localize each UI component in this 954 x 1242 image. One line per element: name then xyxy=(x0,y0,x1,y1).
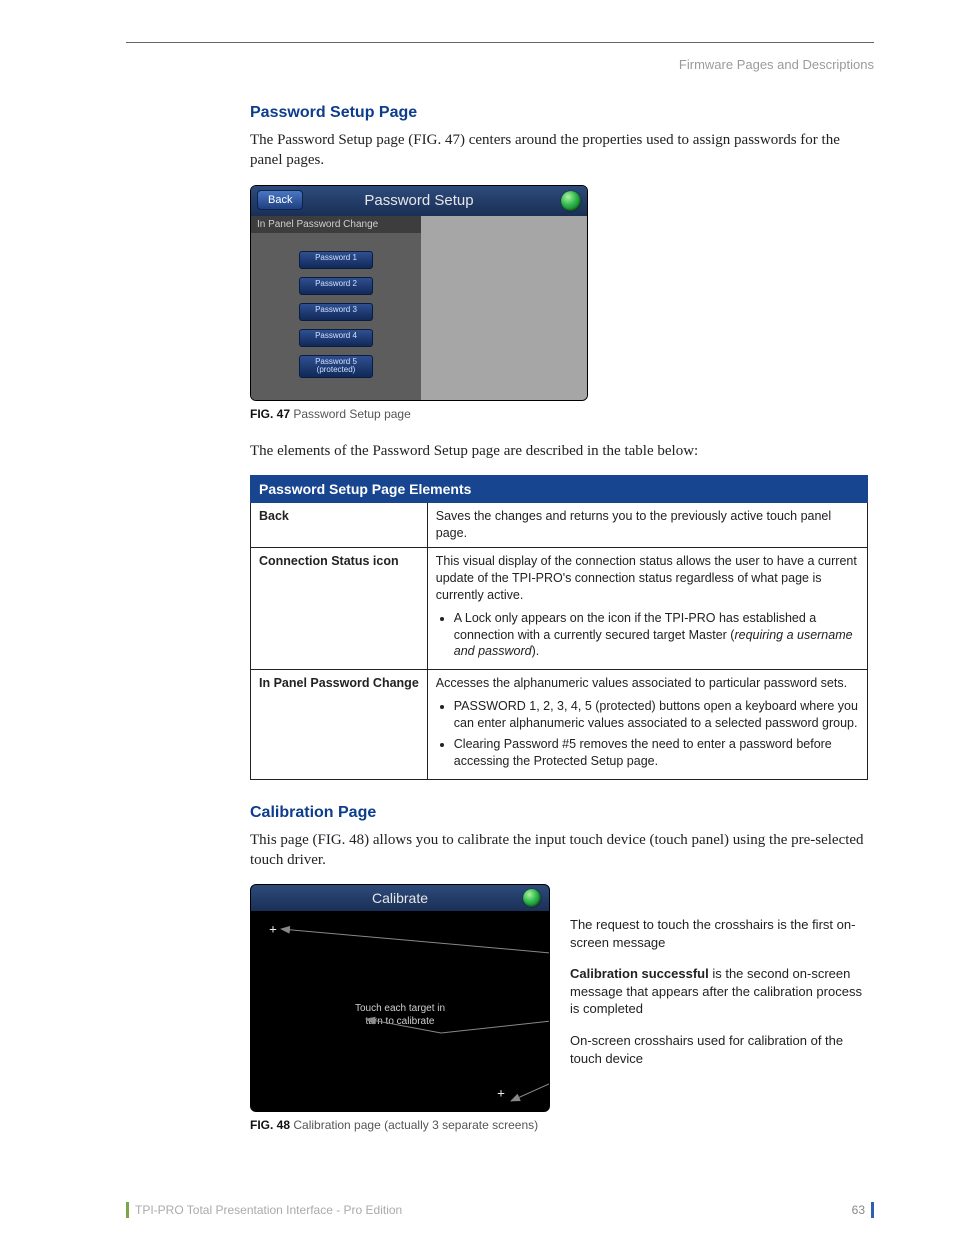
figure-48-callouts: The request to touch the crosshairs is t… xyxy=(570,884,874,1081)
callout-text: Calibration successful is the second on-… xyxy=(570,965,874,1018)
table-key-back: Back xyxy=(251,503,428,548)
crosshair-icon: + xyxy=(497,1087,505,1103)
calibration-message: Touch each target in turn to calibrate xyxy=(355,1002,445,1028)
password-4-button[interactable]: Password 4 xyxy=(299,329,373,347)
table-desc-connection-status: This visual display of the connection st… xyxy=(427,548,867,670)
figure-48-caption: FIG. 48 Calibration page (actually 3 sep… xyxy=(250,1118,874,1132)
section-intro-password-setup: The Password Setup page (FIG. 47) center… xyxy=(250,130,874,171)
panel-left-header: In Panel Password Change xyxy=(251,216,421,233)
top-rule xyxy=(126,42,874,43)
panel-title-text: Password Setup xyxy=(364,192,473,209)
table-key-connection-status: Connection Status icon xyxy=(251,548,428,670)
password-1-button[interactable]: Password 1 xyxy=(299,251,373,269)
page-number: 63 xyxy=(852,1203,865,1217)
table-row: Back Saves the changes and returns you t… xyxy=(251,503,868,548)
panel-titlebar: Back Password Setup xyxy=(251,186,587,216)
connection-status-icon xyxy=(561,191,581,211)
panel-right-column xyxy=(421,216,587,401)
calibration-title-text: Calibrate xyxy=(372,890,428,906)
section-intro-calibration: This page (FIG. 48) allows you to calibr… xyxy=(250,830,874,871)
list-item: Clearing Password #5 removes the need to… xyxy=(454,736,859,770)
list-item: A Lock only appears on the icon if the T… xyxy=(454,610,859,661)
footer-accent-bar xyxy=(126,1202,129,1218)
table-row: In Panel Password Change Accesses the al… xyxy=(251,670,868,779)
breadcrumb: Firmware Pages and Descriptions xyxy=(126,57,874,72)
calibration-titlebar: Calibrate xyxy=(251,885,549,911)
callout-text: On-screen crosshairs used for calibratio… xyxy=(570,1032,874,1067)
section-title-calibration: Calibration Page xyxy=(250,804,874,822)
table-intro-text: The elements of the Password Setup page … xyxy=(250,441,874,461)
table-key-in-panel-password-change: In Panel Password Change xyxy=(251,670,428,779)
calibration-panel: Calibrate + Touch each target in turn to… xyxy=(250,884,550,1112)
password-setup-elements-table: Password Setup Page Elements Back Saves … xyxy=(250,475,868,779)
list-item: PASSWORD 1, 2, 3, 4, 5 (protected) butto… xyxy=(454,698,859,732)
password-2-button[interactable]: Password 2 xyxy=(299,277,373,295)
table-row: Connection Status icon This visual displ… xyxy=(251,548,868,670)
table-header: Password Setup Page Elements xyxy=(251,476,868,503)
table-desc-in-panel-password-change: Accesses the alphanumeric values associa… xyxy=(427,670,867,779)
password-5-button[interactable]: Password 5 (protected) xyxy=(299,355,373,379)
section-title-password-setup: Password Setup Page xyxy=(250,104,874,122)
footer-left-text: TPI-PRO Total Presentation Interface - P… xyxy=(135,1203,852,1217)
password-setup-panel: Back Password Setup In Panel Password Ch… xyxy=(250,185,588,402)
connection-status-icon xyxy=(523,889,541,907)
back-button[interactable]: Back xyxy=(257,190,303,210)
panel-left-column: In Panel Password Change Password 1 Pass… xyxy=(251,216,421,401)
crosshair-icon: + xyxy=(269,923,277,939)
figure-48: Calibrate + Touch each target in turn to… xyxy=(250,884,874,1112)
callout-text: The request to touch the crosshairs is t… xyxy=(570,916,874,951)
password-3-button[interactable]: Password 3 xyxy=(299,303,373,321)
table-desc-back: Saves the changes and returns you to the… xyxy=(427,503,867,548)
figure-47: Back Password Setup In Panel Password Ch… xyxy=(250,185,874,402)
footer-accent-bar xyxy=(871,1202,874,1218)
figure-47-caption: FIG. 47 Password Setup page xyxy=(250,407,874,421)
